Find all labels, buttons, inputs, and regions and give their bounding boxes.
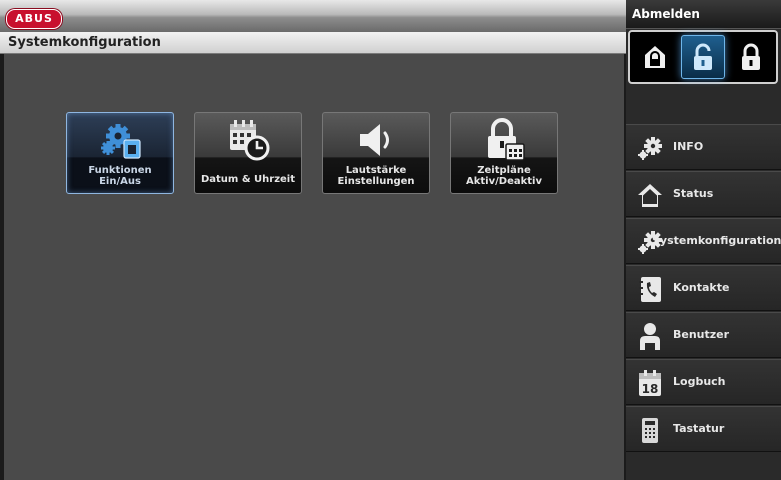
main-panel: Funktionen Ein/Aus Datum & Uhrzeit Lauts… (4, 54, 624, 480)
page-title: Systemkonfiguration (8, 35, 161, 50)
tile-label-line1: Zeitpläne (477, 165, 531, 176)
tile-zeitplaene[interactable]: Zeitpläne Aktiv/Deaktiv (450, 112, 558, 194)
sidebar-item-label: Logbuch (673, 375, 726, 388)
calendar-18-icon: 18 (639, 370, 661, 396)
tile-label-line1: Funktionen (88, 165, 152, 176)
sidebar-menu: INFO Status Systemkonfiguration Kontakte (626, 120, 781, 480)
logout-label: Abmelden (632, 7, 700, 21)
tile-label-line2: Aktiv/Deaktiv (466, 176, 542, 187)
mode-disarmed[interactable] (681, 35, 725, 79)
padlock-closed-icon (742, 43, 760, 70)
tile-label-line1: Datum & Uhrzeit (200, 174, 296, 185)
mode-fully-armed[interactable] (729, 35, 773, 79)
gears-icon (638, 137, 662, 160)
sidebar-item-benutzer[interactable]: Benutzer (626, 312, 781, 358)
tile-funktionen[interactable]: Funktionen Ein/Aus (66, 112, 174, 194)
top-bar: ABUS (0, 0, 626, 32)
sidebar-item-label: Tastatur (673, 422, 725, 435)
speaker-icon (360, 124, 389, 156)
arming-mode-selector (628, 30, 778, 84)
tile-lautstaerke[interactable]: Lautstärke Einstellungen (322, 112, 430, 194)
sidebar-item-label: Kontakte (673, 281, 730, 294)
padlock-open-icon (694, 43, 712, 70)
sidebar: Abmelden INFO Status Systemkonfiguration… (626, 0, 781, 480)
tile-label-line2: Ein/Aus (99, 176, 141, 187)
sidebar-item-status[interactable]: Status (626, 171, 781, 217)
keypad-icon (642, 418, 658, 443)
calendar-clock-icon (230, 120, 270, 161)
sidebar-item-logbuch[interactable]: 18 Logbuch (626, 359, 781, 405)
sidebar-item-label: INFO (673, 140, 704, 153)
tile-label-line1: Lautstärke (345, 165, 407, 176)
house-lock-icon (645, 46, 665, 68)
gears-switch-icon (101, 124, 141, 159)
sidebar-item-info[interactable]: INFO (626, 124, 781, 170)
tile-label-line2: Einstellungen (337, 176, 415, 187)
house-icon (638, 184, 662, 207)
sidebar-item-label: Systemkonfiguration (652, 234, 781, 247)
user-icon (640, 323, 660, 350)
svg-text:18: 18 (642, 382, 659, 396)
phone-book-icon (639, 277, 661, 302)
sidebar-item-kontakte[interactable]: Kontakte (626, 265, 781, 311)
sidebar-item-label: Benutzer (673, 328, 730, 341)
abus-logo: ABUS (6, 9, 62, 29)
sidebar-item-systemkonfiguration[interactable]: Systemkonfiguration (626, 218, 781, 264)
lock-calendar-icon (488, 118, 525, 161)
sidebar-item-tastatur[interactable]: Tastatur (626, 406, 781, 452)
title-bar: Systemkonfiguration (0, 32, 626, 54)
mode-home-armed[interactable] (633, 35, 677, 79)
sidebar-item-label: Status (673, 187, 714, 200)
tile-datum-uhrzeit[interactable]: Datum & Uhrzeit (194, 112, 302, 194)
logout-button[interactable]: Abmelden (626, 0, 781, 29)
